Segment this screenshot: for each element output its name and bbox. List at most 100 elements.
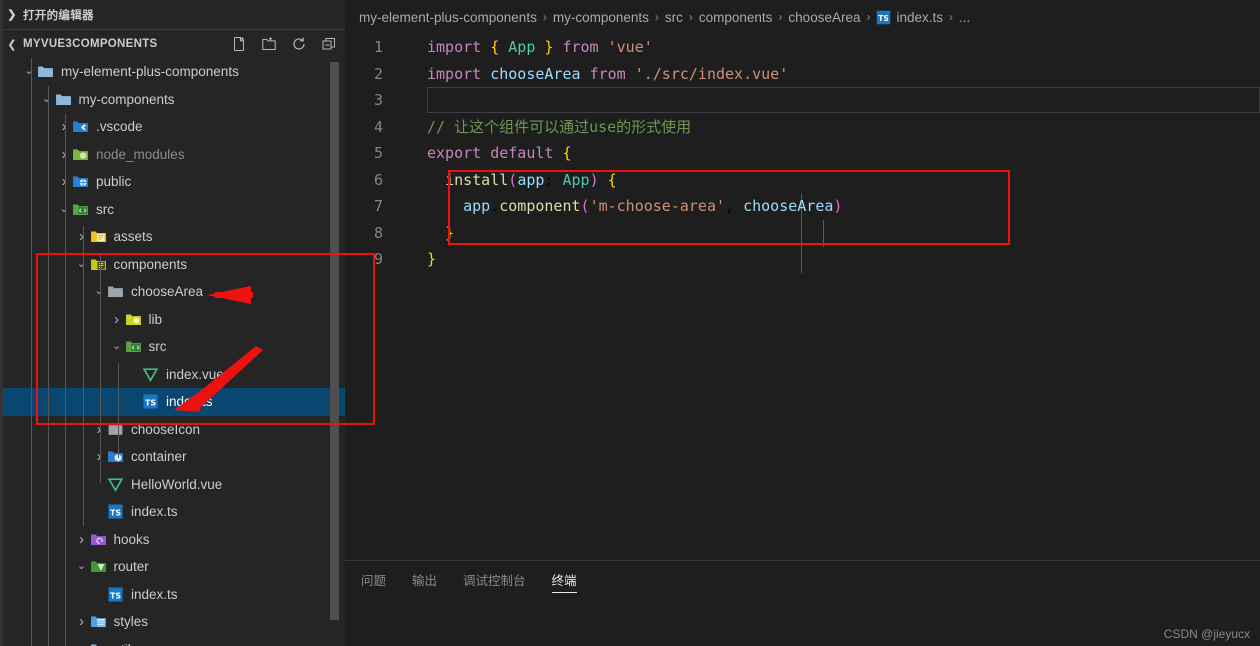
explorer-actions xyxy=(231,30,337,58)
panel-tab-list[interactable]: 问题 输出 调试控制台 终端 xyxy=(345,561,1260,597)
tree-item-index-ts[interactable]: TS index.ts xyxy=(0,498,345,526)
tree-item-container[interactable]: › container xyxy=(0,443,345,471)
code-line[interactable]: 9} xyxy=(345,246,1260,273)
tree-item-utils[interactable]: › utils xyxy=(0,636,345,646)
breadcrumb-item[interactable]: src xyxy=(665,10,683,25)
tree-item-index-vue[interactable]: index.vue xyxy=(0,361,345,389)
chevron-right-icon[interactable]: › xyxy=(110,312,124,327)
tree-item--vscode[interactable]: › .vscode xyxy=(0,113,345,141)
folder-plain-icon xyxy=(106,283,125,300)
code-line[interactable]: 2 import chooseArea from './src/index.vue… xyxy=(345,61,1260,88)
code-line[interactable]: 6 install(app: App) { xyxy=(345,167,1260,194)
chevron-right-icon[interactable]: › xyxy=(75,229,89,244)
breadcrumb-item[interactable]: chooseArea xyxy=(788,10,860,25)
tree-item-src[interactable]: ⌄ src xyxy=(0,196,345,224)
tree-item-label: chooseArea xyxy=(131,284,204,300)
panel-tab[interactable]: 输出 xyxy=(412,562,437,596)
chevron-right-icon[interactable]: › xyxy=(75,532,89,547)
code-line-text: } xyxy=(427,250,437,268)
new-file-icon[interactable] xyxy=(231,36,247,52)
vue-file-icon xyxy=(141,366,160,383)
tree-item-helloworld-vue[interactable]: HelloWorld.vue xyxy=(0,471,345,499)
panel-tab[interactable]: 问题 xyxy=(361,562,386,596)
file-tree[interactable]: ⌄ my-element-plus-components ⌄ my-component… xyxy=(0,58,345,646)
tree-item-hooks[interactable]: › hooks xyxy=(0,526,345,554)
chevron-down-icon[interactable]: ⌄ xyxy=(110,341,124,352)
breadcrumb-item[interactable]: my-components xyxy=(553,10,649,25)
chevron-down-icon[interactable]: ⌄ xyxy=(75,258,89,270)
panel-tab[interactable]: 调试控制台 xyxy=(463,562,526,596)
bottom-panel: 问题输出调试控制台终端 PS D:\code\vue3\myvue3compon… xyxy=(345,560,1260,646)
tree-item-chooseicon[interactable]: › chooseIcon xyxy=(0,416,345,444)
code-line-text: export default { xyxy=(427,144,572,162)
line-number: 5 xyxy=(373,144,383,162)
breadcrumb-file[interactable]: index.ts xyxy=(896,10,943,25)
chevron-right-icon[interactable]: › xyxy=(75,614,89,629)
tree-item-index-ts[interactable]: TS index.ts xyxy=(0,388,345,416)
breadcrumb-separator-icon: › xyxy=(688,10,693,24)
chevron-down-icon[interactable]: ⌄ xyxy=(92,286,106,297)
breadcrumb-separator-icon: › xyxy=(542,10,547,24)
code-line[interactable]: 5 export default { xyxy=(345,140,1260,167)
tree-item-label: public xyxy=(96,174,132,190)
chevron-right-icon[interactable]: › xyxy=(75,642,89,646)
new-folder-icon[interactable] xyxy=(261,36,277,52)
tree-item-label: .vscode xyxy=(96,119,143,135)
section-open-editors[interactable]: ❯ 打开的编辑器 xyxy=(0,0,345,30)
code-line[interactable]: 7 app.component('m-choose-area', chooseA… xyxy=(345,193,1260,220)
tree-item-index-ts[interactable]: TS index.ts xyxy=(0,581,345,609)
sidebar-scrollbar[interactable] xyxy=(330,62,339,620)
breadcrumb-overflow[interactable]: ... xyxy=(959,10,970,25)
tree-item-router[interactable]: ⌄ router xyxy=(0,553,345,581)
breadcrumb-item[interactable]: components xyxy=(699,10,773,25)
tree-item-assets[interactable]: › assets xyxy=(0,223,345,251)
tree-item-choosearea[interactable]: ⌄ chooseArea xyxy=(0,278,345,306)
tree-item-src[interactable]: ⌄ src xyxy=(0,333,345,361)
folder-open-icon xyxy=(89,641,108,646)
code-line-text: app.component('m-choose-area', chooseAre… xyxy=(463,197,843,215)
chevron-down-icon[interactable]: ⌄ xyxy=(22,66,36,77)
chevron-right-icon[interactable]: › xyxy=(57,147,71,162)
tree-item-label: index.vue xyxy=(166,366,224,382)
tree-item-styles[interactable]: › styles xyxy=(0,608,345,636)
collapse-all-icon[interactable] xyxy=(321,36,337,52)
explorer-project-header[interactable]: ❮ MYVUE3COMPONENTS xyxy=(0,30,345,58)
line-number: 1 xyxy=(373,38,383,56)
breadcrumb[interactable]: my-element-plus-components › my-components… xyxy=(345,0,1260,34)
code-line[interactable]: 1 import { App } from 'vue' xyxy=(345,34,1260,61)
folder-vscode-icon xyxy=(71,118,90,135)
breadcrumb-separator-icon: › xyxy=(866,10,871,24)
refresh-icon[interactable] xyxy=(291,36,307,52)
breadcrumb-item[interactable]: my-element-plus-components xyxy=(359,10,537,25)
tree-item-lib[interactable]: › lib xyxy=(0,306,345,334)
chevron-down-icon[interactable]: ⌄ xyxy=(57,203,71,215)
tree-item-my-element-plus-components[interactable]: ⌄ my-element-plus-components xyxy=(0,58,345,86)
code-line[interactable]: 3 xyxy=(345,87,1260,114)
panel-tab[interactable]: 终端 xyxy=(551,562,577,596)
line-number: 7 xyxy=(373,197,383,215)
chevron-right-icon[interactable]: ❯ xyxy=(4,8,20,21)
chevron-down-icon[interactable]: ⌄ xyxy=(75,561,89,572)
code-editor[interactable]: 1 import { App } from 'vue' 2 import choose… xyxy=(345,34,1260,560)
chevron-down-icon[interactable]: ⌄ xyxy=(40,93,54,105)
tree-item-my-components[interactable]: ⌄ my-components xyxy=(0,86,345,114)
tree-item-label: index.ts xyxy=(166,394,213,410)
tree-item-node-modules[interactable]: › node_modules xyxy=(0,141,345,169)
folder-open-icon xyxy=(54,91,73,108)
chevron-right-icon[interactable]: › xyxy=(57,174,71,189)
chevron-right-icon[interactable]: › xyxy=(57,119,71,134)
chevron-down-icon[interactable]: ❮ xyxy=(4,38,20,51)
code-line[interactable]: 4 // 让这个组件可以通过use的形式使用 xyxy=(345,114,1260,141)
line-number: 9 xyxy=(373,250,383,268)
terminal-output-line: PS D:\code\vue3\myvue3components> npm ru… xyxy=(361,640,776,646)
line-number: 4 xyxy=(373,117,383,136)
ts-file-icon: TS xyxy=(106,503,125,520)
tree-item-components[interactable]: ⌄ components xyxy=(0,251,345,279)
tree-item-public[interactable]: › public xyxy=(0,168,345,196)
ts-file-icon: TS xyxy=(141,393,160,410)
chevron-right-icon[interactable]: › xyxy=(92,422,106,437)
code-line[interactable]: 8 } xyxy=(345,220,1260,247)
folder-gray-icon xyxy=(106,421,125,438)
tree-item-label: HelloWorld.vue xyxy=(131,476,223,492)
chevron-right-icon[interactable]: › xyxy=(92,449,106,464)
